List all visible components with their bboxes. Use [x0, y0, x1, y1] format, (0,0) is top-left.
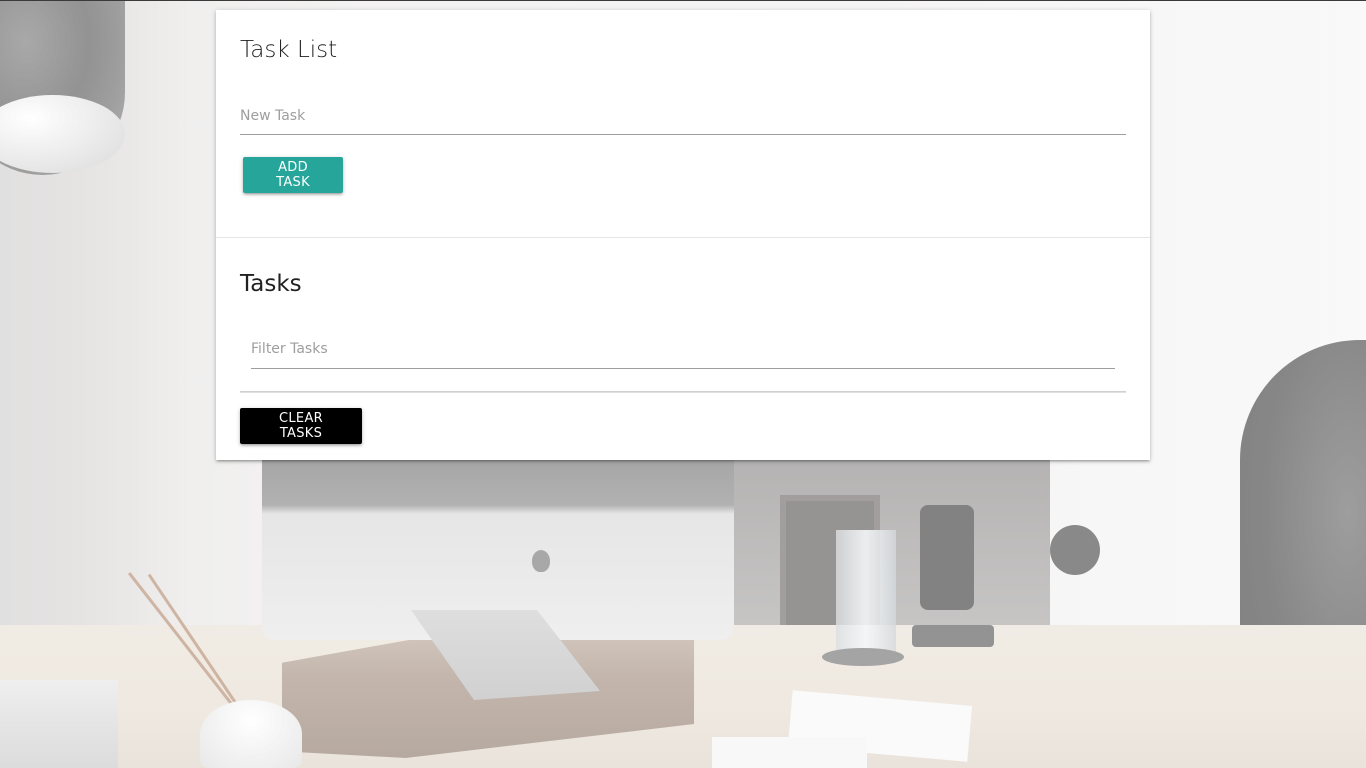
tasks-section: Tasks Clear Tasks	[216, 238, 1150, 460]
page-title: Task List	[240, 37, 338, 63]
task-form-section: Task List Add Task	[216, 10, 1150, 238]
clear-tasks-button[interactable]: Clear Tasks	[240, 408, 362, 444]
top-border	[0, 0, 1366, 1]
tasks-title: Tasks	[240, 271, 302, 297]
task-list	[240, 391, 1126, 393]
task-card: Task List Add Task Tasks Clear Tasks	[216, 10, 1150, 460]
new-task-input[interactable]	[240, 98, 1126, 134]
filter-tasks-input[interactable]	[251, 330, 1115, 368]
add-task-button[interactable]: Add Task	[243, 157, 343, 193]
filter-field	[251, 330, 1115, 369]
new-task-field	[240, 98, 1126, 135]
